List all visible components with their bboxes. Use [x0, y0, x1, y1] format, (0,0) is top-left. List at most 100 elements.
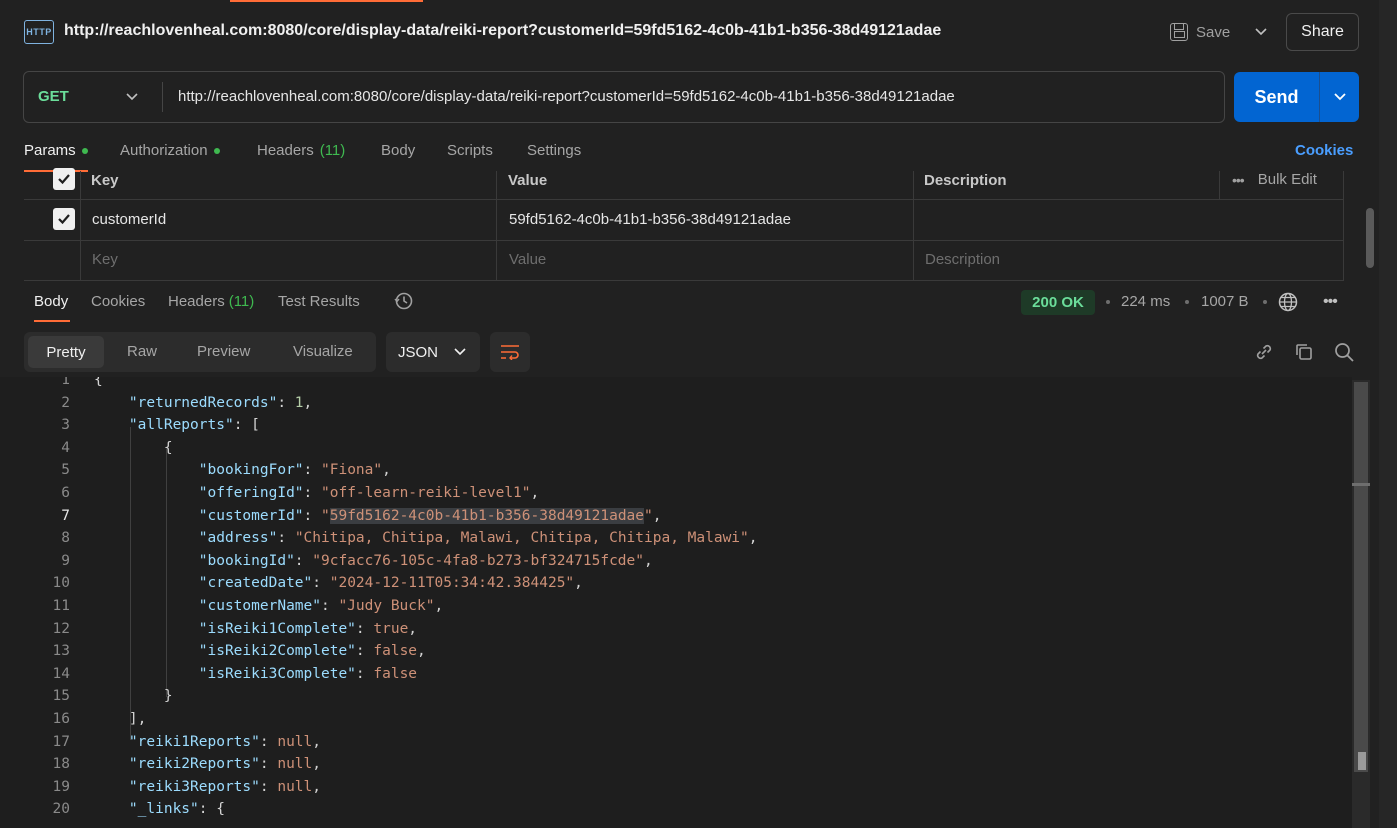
line-number: 10 [52, 575, 70, 592]
save-options-chevron-icon[interactable] [1253, 22, 1269, 42]
code-line: 14 "isReiki3Complete": false [0, 666, 1352, 689]
send-button[interactable]: Send [1234, 72, 1319, 122]
search-icon[interactable] [1333, 341, 1355, 363]
params-scrollbar[interactable] [1366, 208, 1374, 268]
format-preview-tab[interactable]: Preview [197, 343, 250, 360]
editor-scrollbar-thumb[interactable] [1354, 382, 1368, 772]
language-label: JSON [398, 343, 439, 361]
code-line: 6 "offeringId": "off-learn-reiki-level1"… [0, 485, 1352, 508]
code-line: 15 } [0, 688, 1352, 711]
line-number: 4 [61, 439, 70, 456]
history-icon[interactable] [394, 291, 414, 311]
code-line: 16 ], [0, 711, 1352, 734]
more-options-icon[interactable]: ••• [1323, 293, 1338, 311]
tab-scripts[interactable]: Scripts [447, 142, 493, 159]
bulk-edit-label: Bulk Edit [1257, 171, 1317, 188]
chevron-down-icon[interactable] [124, 88, 140, 106]
response-tab-headers[interactable]: Headers (11) [168, 293, 254, 310]
new-param-description-input[interactable]: Description [925, 251, 1000, 268]
tab-settings[interactable]: Settings [527, 142, 581, 159]
request-title[interactable]: http://reachlovenheal.com:8080/core/disp… [64, 22, 941, 40]
response-tab-test-results[interactable]: Test Results [278, 293, 360, 310]
http-request-icon: HTTP [24, 20, 54, 44]
meta-separator [1185, 300, 1189, 304]
url-input[interactable]: http://reachlovenheal.com:8080/core/disp… [178, 88, 955, 105]
code-line: 8 "address": "Chitipa, Chitipa, Malawi, … [0, 530, 1352, 553]
row-divider [24, 199, 1344, 200]
line-number: 11 [52, 598, 70, 614]
code-line: 18 "reiki2Reports": null, [0, 756, 1352, 779]
code-line: 1{ [0, 377, 1352, 395]
language-select[interactable]: JSON [386, 332, 480, 372]
param-key[interactable]: customerId [92, 211, 166, 228]
param-value[interactable]: 59fd5162-4c0b-41b1-b356-38d49121adae [509, 211, 791, 228]
line-number: 1 [61, 377, 70, 388]
code-line: 20 "_links": { [0, 801, 1352, 824]
response-headers-count: (11) [228, 293, 255, 310]
format-visualize-tab[interactable]: Visualize [293, 343, 353, 360]
returned-records-value: 1 [294, 394, 304, 411]
status-badge[interactable]: 200 OK [1021, 290, 1095, 315]
new-param-value-input[interactable]: Value [509, 251, 546, 268]
param-row-checkbox[interactable] [53, 208, 75, 230]
response-size[interactable]: 1007 B [1201, 293, 1249, 310]
meta-separator [1263, 300, 1267, 304]
line-number: 12 [52, 620, 70, 637]
code-line: 13 "isReiki2Complete": false, [0, 643, 1352, 666]
format-pretty-tab[interactable]: Pretty [28, 336, 104, 368]
line-number: 7 [61, 507, 70, 524]
col-key-header: Key [91, 172, 119, 189]
send-options-chevron-icon[interactable] [1320, 72, 1359, 122]
line-number: 18 [52, 756, 70, 773]
copy-icon[interactable] [1293, 341, 1315, 363]
save-label: Save [1196, 23, 1231, 41]
tab-params[interactable]: Params [24, 142, 88, 159]
chevron-down-icon [454, 348, 466, 356]
code-line: 12 "isReiki1Complete": true, [0, 621, 1352, 644]
word-wrap-icon [501, 345, 519, 360]
response-tab-cookies[interactable]: Cookies [91, 293, 145, 310]
is-reiki3-complete-value: false [373, 665, 418, 682]
more-options-icon[interactable]: ••• [1232, 172, 1245, 188]
save-button[interactable]: Save [1170, 18, 1230, 46]
tab-authorization[interactable]: Authorization [120, 142, 220, 159]
code-line: 2 "returnedRecords": 1, [0, 395, 1352, 418]
col-divider [1219, 171, 1220, 199]
params-table: Key Value Description ••• Bulk Edit cust… [24, 168, 1344, 281]
row-divider [24, 280, 1344, 281]
tab-headers[interactable]: Headers (11) [257, 142, 345, 159]
response-time[interactable]: 224 ms [1121, 293, 1170, 310]
response-tab-body[interactable]: Body [34, 293, 68, 310]
booking-id-value: "9cfacc76-105c-4fa8-b273-bf324715fcde" [312, 552, 644, 569]
cookies-link[interactable]: Cookies [1295, 142, 1353, 159]
new-param-key-input[interactable]: Key [92, 251, 118, 268]
line-number: 17 [52, 733, 70, 750]
code-line: 7 "customerId": "59fd5162-4c0b-41b1-b356… [0, 507, 1352, 531]
link-icon[interactable] [1253, 341, 1275, 363]
format-raw-tab[interactable]: Raw [127, 343, 157, 360]
active-tab-accent [230, 0, 423, 2]
line-number: 14 [52, 665, 70, 682]
method-select[interactable]: GET [38, 88, 69, 105]
share-button[interactable]: Share [1286, 13, 1359, 51]
select-all-checkbox[interactable] [53, 168, 75, 190]
line-number: 5 [61, 462, 70, 479]
code-line: 3 "allReports": [ [0, 417, 1352, 440]
response-body-editor[interactable]: 1{ 2 "returnedRecords": 1, 3 "allReports… [0, 377, 1352, 828]
tab-headers-label: Headers [257, 142, 314, 159]
is-reiki2-complete-value: false [373, 643, 418, 660]
tab-body[interactable]: Body [381, 142, 415, 159]
word-wrap-button[interactable] [490, 332, 530, 372]
code-line: 4 { [0, 440, 1352, 463]
line-number: 20 [52, 801, 70, 818]
line-number: 15 [52, 688, 70, 705]
line-number: 3 [61, 417, 70, 434]
globe-icon[interactable] [1278, 292, 1298, 312]
code-line: 9 "bookingId": "9cfacc76-105c-4fa8-b273-… [0, 553, 1352, 576]
customer-name-value: "Judy Buck" [338, 598, 435, 614]
outer-scrollbar[interactable] [1379, 0, 1397, 828]
scrollbar-cursor-marker [1358, 752, 1366, 770]
address-value: "Chitipa, Chitipa, Malawi, Chitipa, Chit… [294, 530, 749, 547]
code-line: 17 "reiki1Reports": null, [0, 734, 1352, 757]
bulk-edit-button[interactable]: ••• Bulk Edit [1232, 171, 1317, 188]
